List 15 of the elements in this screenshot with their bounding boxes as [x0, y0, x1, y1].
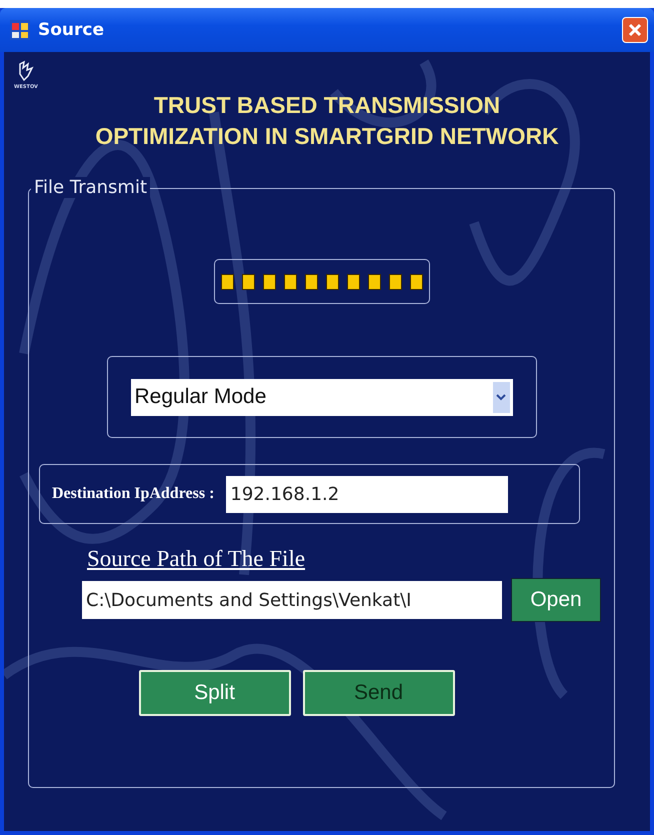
- destination-label: Destination IpAddress :: [52, 485, 214, 503]
- heading-line: TRUST BASED TRANSMISSION: [154, 92, 500, 119]
- open-button[interactable]: Open: [511, 578, 601, 622]
- close-icon: [627, 22, 643, 38]
- app-icon: [10, 20, 30, 40]
- window-title: Source: [38, 20, 106, 40]
- chevron-down-icon: [496, 393, 506, 401]
- group-title: File Transmit: [31, 177, 150, 198]
- ip-address-field[interactable]: 192.168.1.2: [226, 476, 508, 512]
- source-path-label: Source Path of The File: [87, 546, 306, 572]
- file-path-field[interactable]: C:\Documents and Settings\Venkat\I: [82, 581, 502, 619]
- mode-dropdown[interactable]: Regular Mode: [130, 378, 512, 416]
- heading-line: OPTIMIZATION IN SMARTGRID NETWORK: [95, 123, 559, 150]
- close-button[interactable]: [622, 17, 648, 43]
- action-button[interactable]: Split: [138, 670, 290, 716]
